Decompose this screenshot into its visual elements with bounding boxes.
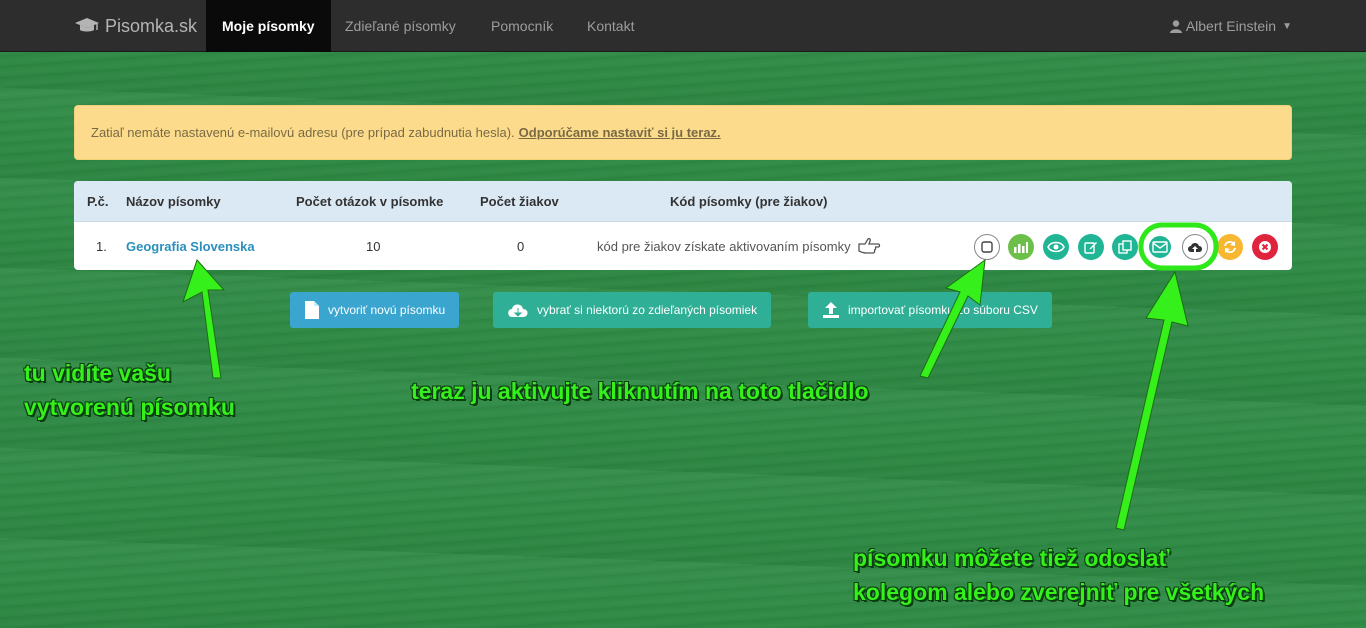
header-num: P.č. [87,194,109,209]
annotation-left: tu vidíte vašu vytvorenú písomku [24,356,235,424]
row-students: 0 [517,238,525,254]
test-name-link[interactable]: Geografia Slovenska [126,222,255,270]
hand-pointing-right-icon [857,237,880,254]
create-test-label: vytvoriť novú písomku [328,303,446,317]
row-num: 1. [96,238,107,254]
copy-icon [1118,240,1132,254]
preview-eye-icon [1047,241,1065,253]
header-questions: Počet otázok v písomke [296,194,444,209]
choose-shared-button[interactable]: vybrať si niektorú zo zdieľaných písomie… [493,292,772,328]
activate-button[interactable] [974,234,1000,260]
tests-table: P.č. Názov písomky Počet otázok v písomk… [74,181,1292,270]
edit-button[interactable] [1078,234,1104,260]
preview-button[interactable] [1043,234,1069,260]
import-csv-button[interactable]: importovať písomku zo súboru CSV [808,292,1052,328]
publish-cloud-upload-icon [1188,243,1202,252]
navbar: Pisomka.sk Moje písomky Zdieľané písomky… [0,0,1366,52]
file-icon [305,301,319,319]
arrow-to-share-buttons [1115,270,1189,531]
choose-shared-label: vybrať si niektorú zo zdieľaných písomie… [537,303,758,317]
delete-button[interactable] [1252,234,1278,260]
user-menu[interactable]: Albert Einstein ▼ [1169,0,1292,52]
alert-text: Zatiaľ nemáte nastavenú e-mailovú adresu… [91,125,515,140]
create-test-button[interactable]: vytvoriť novú písomku [290,292,460,328]
refresh-icon [1224,241,1236,253]
upload-icon [823,302,839,318]
send-email-button[interactable] [1147,234,1173,260]
header-name: Názov písomky [126,194,221,209]
refresh-button[interactable] [1217,234,1243,260]
nav-zdielane-pisomky[interactable]: Zdieľané písomky [329,0,472,52]
caret-down-icon: ▼ [1282,20,1292,32]
publish-button[interactable] [1182,234,1208,260]
row-code: kód pre žiakov získate aktivovaním písom… [597,222,881,270]
email-warning-alert: Zatiaľ nemáte nastavenú e-mailovú adresu… [74,105,1292,160]
annotation-right: písomku môžete tiež odoslať kolegom aleb… [853,541,1264,609]
copy-button[interactable] [1112,234,1138,260]
delete-icon [1259,241,1271,253]
annotation-center: teraz ju aktivujte kliknutím na toto tla… [411,378,869,404]
alert-set-email-link[interactable]: Odporúčame nastaviť si ju teraz. [519,125,721,140]
row-questions: 10 [366,238,381,254]
annotation-left-line2: vytvorenú písomku [24,394,235,420]
header-code: Kód písomky (pre žiakov) [670,194,828,209]
nav-moje-pisomky[interactable]: Moje písomky [206,0,331,52]
statistics-button[interactable] [1008,234,1034,260]
header-students: Počet žiakov [480,194,559,209]
send-email-icon [1152,241,1168,253]
edit-icon [1084,242,1097,254]
brand-link[interactable]: Pisomka.sk [75,0,197,52]
user-name: Albert Einstein [1185,18,1277,34]
brand-text: Pisomka.sk [105,15,198,36]
graduation-cap-icon [75,18,99,32]
statistics-icon [1014,242,1028,253]
activate-checkbox-icon [981,241,993,253]
cloud-download-icon [508,304,528,317]
user-icon [1169,19,1182,33]
nav-pomocnik[interactable]: Pomocník [475,0,569,52]
annotation-right-line1: písomku môžete tiež odoslať [853,545,1170,571]
import-csv-label: importovať písomku zo súboru CSV [848,303,1038,317]
annotation-right-line2: kolegom alebo zverejniť pre všetkých [853,579,1265,605]
row-code-text: kód pre žiakov získate aktivovaním písom… [597,238,851,254]
nav-kontakt[interactable]: Kontakt [571,0,650,52]
annotation-left-line1: tu vidíte vašu [24,360,171,386]
